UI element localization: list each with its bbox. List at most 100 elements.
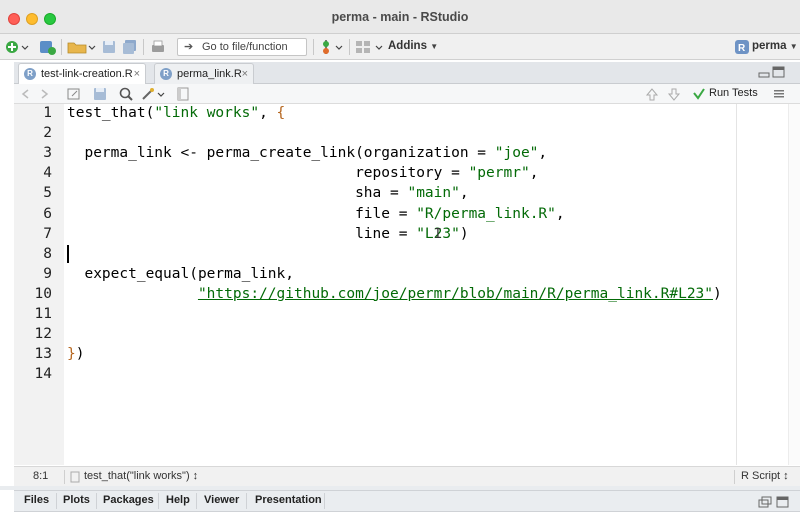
back-forward-icon[interactable] xyxy=(20,87,50,101)
code-line[interactable]: test_that("link works", { xyxy=(67,103,285,123)
window-left-margin xyxy=(0,60,14,520)
show-in-window-icon[interactable] xyxy=(66,86,82,102)
line-number: 5 xyxy=(43,185,52,202)
tab-help[interactable]: Help xyxy=(166,494,190,506)
line-number: 11 xyxy=(34,306,52,322)
magic-wand-icon[interactable] xyxy=(140,86,168,102)
outline-icon[interactable] xyxy=(176,86,190,102)
svg-text:R: R xyxy=(738,43,746,54)
document-outline-icon[interactable] xyxy=(772,87,786,101)
line-number: 8 xyxy=(43,245,52,262)
string-literal: "joe" xyxy=(494,145,539,162)
tab-files[interactable]: Files xyxy=(24,494,49,506)
tab-presentation[interactable]: Presentation xyxy=(255,494,322,506)
tab-packages[interactable]: Packages xyxy=(103,494,154,506)
save-icon[interactable] xyxy=(101,38,117,56)
brace-token: { xyxy=(276,105,286,121)
run-tests-button[interactable]: Run Tests xyxy=(709,87,758,99)
window-title: perma - main - RStudio xyxy=(331,10,469,24)
maximize-pane-icon[interactable] xyxy=(776,495,790,509)
string-literal: "permr" xyxy=(468,165,530,182)
chevron-down-icon: ▼ xyxy=(430,42,439,51)
arrow-up-icon[interactable] xyxy=(644,86,660,102)
mouse-ibeam-cursor: I xyxy=(434,227,442,242)
editor-scrollbar[interactable] xyxy=(788,104,800,465)
tab-divider xyxy=(246,493,247,509)
code-line[interactable]: expect_equal(perma_link, xyxy=(67,264,294,284)
bottom-pane-tabs: Files Plots Packages Help Viewer Present… xyxy=(14,490,800,512)
search-icon[interactable] xyxy=(118,86,134,102)
r-file-icon: R xyxy=(24,68,36,80)
arrow-right-icon: ➔ xyxy=(184,41,194,53)
maximize-pane-icon[interactable] xyxy=(772,65,786,79)
project-menu[interactable]: perma ▼ xyxy=(752,40,798,52)
save-all-icon[interactable] xyxy=(121,38,139,56)
tab-plots[interactable]: Plots xyxy=(63,494,90,506)
go-to-file-placeholder: Go to file/function xyxy=(202,41,288,53)
open-folder-icon[interactable] xyxy=(66,38,96,56)
restore-pane-icon[interactable] xyxy=(758,496,772,508)
code-line[interactable]: }) xyxy=(67,344,84,364)
brace-token: } xyxy=(67,346,76,363)
line-number: 9 xyxy=(43,265,52,282)
line-number: 10 xyxy=(34,285,52,302)
code-line[interactable]: perma_link <- perma_create_link(organiza… xyxy=(67,143,547,163)
code-line[interactable]: sha = "main", xyxy=(67,183,469,203)
editor-toolbar: Run Tests xyxy=(14,84,800,104)
string-literal: "link works" xyxy=(154,105,260,121)
line-number: 4 xyxy=(43,165,52,182)
cursor-position: 8:1 xyxy=(33,470,49,482)
line-number: 6 xyxy=(43,205,52,222)
toolbar-divider xyxy=(313,39,314,55)
close-icon[interactable]: × xyxy=(242,64,248,84)
arrow-down-icon[interactable] xyxy=(666,86,682,102)
string-literal: "main" xyxy=(407,185,460,202)
toolbar-divider xyxy=(61,39,62,55)
scope-selector[interactable]: test_that("link works") ↕ xyxy=(84,470,198,482)
file-type-selector[interactable]: R Script ↕ xyxy=(741,470,789,482)
tab-label: perma_link.R xyxy=(177,68,242,80)
main-toolbar: ➔ Go to file/function Addins ▼ R perma ▼ xyxy=(0,34,800,60)
save-icon[interactable] xyxy=(92,86,108,102)
tab-divider xyxy=(196,493,197,509)
editor-right-area xyxy=(737,104,788,465)
text-cursor xyxy=(67,245,69,263)
toolbar-divider xyxy=(349,39,350,55)
line-number: 13 xyxy=(34,346,52,363)
minimize-pane-icon[interactable] xyxy=(758,67,770,79)
go-to-file-input[interactable]: ➔ Go to file/function xyxy=(177,38,307,56)
new-file-icon[interactable] xyxy=(5,38,31,56)
string-literal: "R/perma_link.R" xyxy=(416,205,556,222)
code-line[interactable]: "https://github.com/joe/permr/blob/main/… xyxy=(67,284,722,304)
source-tab-strip: R test-link-creation.R × R perma_link.R … xyxy=(14,62,800,85)
line-number: 2 xyxy=(43,125,52,142)
close-icon[interactable]: × xyxy=(134,64,140,84)
editor-status-bar: 8:1 test_that("link works") ↕ R Script ↕ xyxy=(14,466,800,486)
tab-viewer[interactable]: Viewer xyxy=(204,494,239,506)
tab-perma-link[interactable]: R perma_link.R × xyxy=(154,63,254,84)
addins-menu[interactable]: Addins ▼ xyxy=(388,40,438,52)
status-divider xyxy=(734,470,735,484)
version-control-icon[interactable] xyxy=(319,38,345,56)
chevron-down-icon: ▼ xyxy=(789,42,798,51)
r-project-icon: R xyxy=(735,40,749,54)
title-bar: perma - main - RStudio xyxy=(0,0,800,34)
run-tests-icon[interactable] xyxy=(692,87,706,101)
new-project-icon[interactable] xyxy=(38,38,58,56)
tab-test-link-creation[interactable]: R test-link-creation.R × xyxy=(18,63,146,85)
url-string-literal: "https://github.com/joe/permr/blob/main/… xyxy=(197,285,714,302)
r-file-icon: R xyxy=(160,68,172,80)
print-icon[interactable] xyxy=(149,38,167,56)
pane-layout-icon[interactable] xyxy=(354,38,384,56)
status-divider xyxy=(64,470,65,484)
line-number: 1 xyxy=(43,105,52,121)
code-line[interactable]: repository = "permr", xyxy=(67,163,538,183)
code-line[interactable]: line = "L23") xyxy=(67,224,469,244)
addins-label: Addins xyxy=(388,40,427,52)
tab-label: test-link-creation.R xyxy=(41,68,133,80)
tab-divider xyxy=(158,493,159,509)
tab-divider xyxy=(324,493,325,509)
tab-divider xyxy=(96,493,97,509)
code-line[interactable]: file = "R/perma_link.R", xyxy=(67,204,565,224)
line-number: 7 xyxy=(43,225,52,242)
